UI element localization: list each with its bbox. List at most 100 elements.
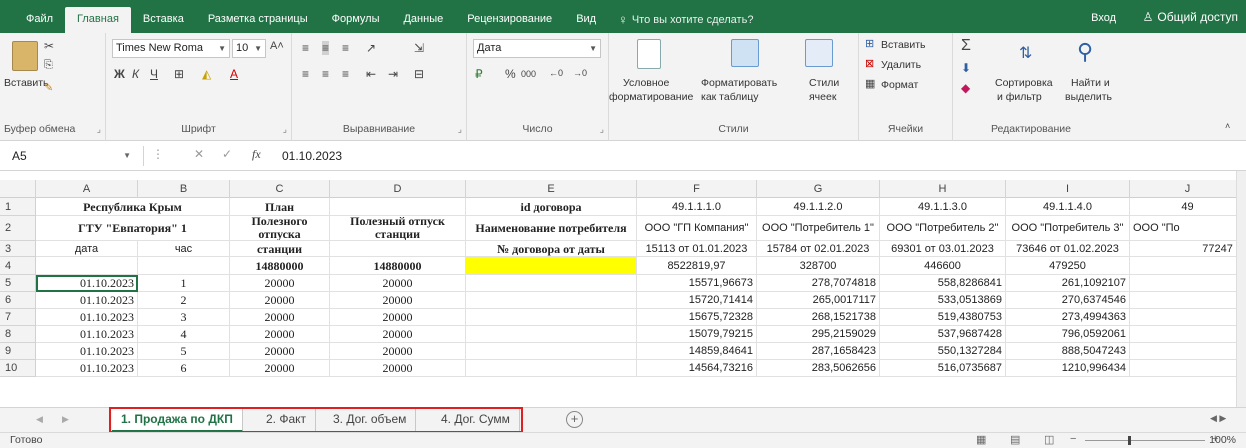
cell-a9[interactable]: 01.10.2023 bbox=[36, 343, 138, 360]
tab-page-layout[interactable]: Разметка страницы bbox=[196, 7, 320, 33]
cell-f2[interactable]: ООО "ГП Компания" bbox=[637, 216, 757, 241]
cell-c4[interactable]: 14880000 bbox=[230, 257, 330, 275]
cell-e7[interactable] bbox=[466, 309, 637, 326]
column-header-g[interactable]: G bbox=[757, 180, 880, 198]
cell-c5[interactable]: 20000 bbox=[230, 275, 330, 292]
cell-d7[interactable]: 20000 bbox=[330, 309, 466, 326]
normal-view-icon[interactable]: ▦ bbox=[976, 433, 986, 446]
sheet-tab-1[interactable]: 1. Продажа по ДКП bbox=[112, 408, 243, 432]
underline-button[interactable]: Ч bbox=[150, 67, 158, 81]
cell-i9[interactable]: 888,5047243 bbox=[1006, 343, 1130, 360]
cell-j5[interactable] bbox=[1130, 275, 1246, 292]
clear-icon[interactable]: ◆ bbox=[961, 81, 970, 95]
tab-data[interactable]: Данные bbox=[391, 7, 455, 33]
cell-e10[interactable] bbox=[466, 360, 637, 377]
borders-icon[interactable]: ⊞ bbox=[174, 67, 184, 81]
bold-button[interactable]: Ж bbox=[114, 67, 125, 81]
format-cells-icon[interactable]: ▦ bbox=[865, 77, 875, 90]
conditional-formatting-icon[interactable] bbox=[637, 39, 661, 69]
cell-h7[interactable]: 519,4380753 bbox=[880, 309, 1006, 326]
grow-font-icon[interactable]: A˄ bbox=[270, 40, 284, 52]
cell-b8[interactable]: 4 bbox=[138, 326, 230, 343]
cell-e4[interactable] bbox=[466, 257, 637, 275]
cell-j8[interactable] bbox=[1130, 326, 1246, 343]
row-header-8[interactable]: 8 bbox=[0, 326, 36, 343]
cell-j9[interactable] bbox=[1130, 343, 1246, 360]
tab-file[interactable]: Файл bbox=[14, 7, 65, 33]
cell-a8[interactable]: 01.10.2023 bbox=[36, 326, 138, 343]
cell-h2[interactable]: ООО "Потребитель 2" bbox=[880, 216, 1006, 241]
orientation-icon[interactable]: ↗ bbox=[366, 41, 376, 55]
conditional-formatting-line1[interactable]: Условное bbox=[623, 77, 669, 89]
cell-a10[interactable]: 01.10.2023 bbox=[36, 360, 138, 377]
zoom-slider[interactable] bbox=[1085, 440, 1205, 441]
cell-e8[interactable] bbox=[466, 326, 637, 343]
alignment-launcher-icon[interactable]: ⌟ bbox=[458, 124, 462, 135]
row-header-3[interactable]: 3 bbox=[0, 241, 36, 257]
format-as-table-line2[interactable]: как таблицу bbox=[701, 91, 759, 103]
cell-i2[interactable]: ООО "Потребитель 3" bbox=[1006, 216, 1130, 241]
cell-a6[interactable]: 01.10.2023 bbox=[36, 292, 138, 309]
cell-b6[interactable]: 2 bbox=[138, 292, 230, 309]
increase-decimal-icon[interactable]: ←0 bbox=[549, 68, 563, 78]
zoom-level[interactable]: 100% bbox=[1209, 434, 1236, 446]
align-center-icon[interactable]: ≡ bbox=[322, 67, 329, 81]
cell-b4[interactable] bbox=[138, 257, 230, 275]
cell-a2[interactable]: ГТУ "Евпатория" 1 bbox=[36, 216, 230, 241]
cell-d6[interactable]: 20000 bbox=[330, 292, 466, 309]
cell-d5[interactable]: 20000 bbox=[330, 275, 466, 292]
horizontal-scroll-arrows[interactable]: ◀ ▶ bbox=[1210, 413, 1226, 424]
sort-filter-line1[interactable]: Сортировка bbox=[995, 77, 1053, 89]
cell-d4[interactable]: 14880000 bbox=[330, 257, 466, 275]
insert-cells-button[interactable]: Вставить bbox=[881, 39, 926, 51]
cell-j7[interactable] bbox=[1130, 309, 1246, 326]
sheet-tab-2[interactable]: 2. Факт bbox=[257, 408, 317, 432]
cut-icon[interactable]: ✂ bbox=[44, 39, 54, 53]
number-format-select[interactable]: Дата ▼ bbox=[473, 39, 601, 58]
column-header-f[interactable]: F bbox=[637, 180, 757, 198]
cell-c3[interactable]: станции bbox=[230, 241, 330, 257]
delete-cells-icon[interactable]: ⊠ bbox=[865, 57, 874, 70]
vertical-scrollbar[interactable] bbox=[1236, 171, 1246, 407]
page-layout-view-icon[interactable]: ▤ bbox=[1010, 433, 1020, 446]
clipboard-launcher-icon[interactable]: ⌟ bbox=[97, 124, 101, 135]
cell-f5[interactable]: 15571,96673 bbox=[637, 275, 757, 292]
cell-i8[interactable]: 796,0592061 bbox=[1006, 326, 1130, 343]
select-all-corner[interactable] bbox=[0, 180, 36, 198]
cell-a4[interactable] bbox=[36, 257, 138, 275]
align-middle-icon[interactable]: ≡ bbox=[322, 41, 330, 55]
row-header-9[interactable]: 9 bbox=[0, 343, 36, 360]
cell-a5[interactable]: 01.10.2023 bbox=[36, 275, 138, 292]
sheet-tab-4[interactable]: 4. Дог. Сумм bbox=[432, 408, 520, 432]
cell-styles-icon[interactable] bbox=[805, 39, 833, 67]
font-launcher-icon[interactable]: ⌟ bbox=[283, 124, 287, 135]
increase-indent-icon[interactable]: ⇥ bbox=[388, 67, 398, 81]
align-left-icon[interactable]: ≡ bbox=[302, 67, 309, 81]
cell-b3[interactable]: час bbox=[138, 241, 230, 257]
cell-d3[interactable] bbox=[330, 241, 466, 257]
cell-f9[interactable]: 14859,84641 bbox=[637, 343, 757, 360]
row-header-6[interactable]: 6 bbox=[0, 292, 36, 309]
column-header-i[interactable]: I bbox=[1006, 180, 1130, 198]
column-header-d[interactable]: D bbox=[330, 180, 466, 198]
row-header-7[interactable]: 7 bbox=[0, 309, 36, 326]
cell-f8[interactable]: 15079,79215 bbox=[637, 326, 757, 343]
autosum-icon[interactable]: Σ bbox=[961, 37, 971, 55]
font-name-select[interactable]: Times New Roma ▼ bbox=[112, 39, 230, 58]
cell-h9[interactable]: 550,1327284 bbox=[880, 343, 1006, 360]
cell-d8[interactable]: 20000 bbox=[330, 326, 466, 343]
share-button[interactable]: ♙ Общий доступ bbox=[1143, 6, 1238, 28]
name-box[interactable]: A5 ▼ bbox=[12, 146, 144, 166]
cell-g1[interactable]: 49.1.1.2.0 bbox=[757, 198, 880, 216]
cell-e6[interactable] bbox=[466, 292, 637, 309]
cell-g2[interactable]: ООО "Потребитель 1" bbox=[757, 216, 880, 241]
scroll-right-icon[interactable]: ▶ bbox=[62, 414, 69, 425]
sheet-tab-3[interactable]: 3. Дог. объем bbox=[324, 408, 417, 432]
decrease-indent-icon[interactable]: ⇤ bbox=[366, 67, 376, 81]
sort-filter-line2[interactable]: и фильтр bbox=[997, 91, 1042, 103]
cell-g5[interactable]: 278,7074818 bbox=[757, 275, 880, 292]
cell-d2[interactable]: Полезный отпуск станции bbox=[330, 216, 466, 241]
cell-d9[interactable]: 20000 bbox=[330, 343, 466, 360]
percent-button[interactable]: % bbox=[505, 67, 516, 81]
column-header-e[interactable]: E bbox=[466, 180, 637, 198]
